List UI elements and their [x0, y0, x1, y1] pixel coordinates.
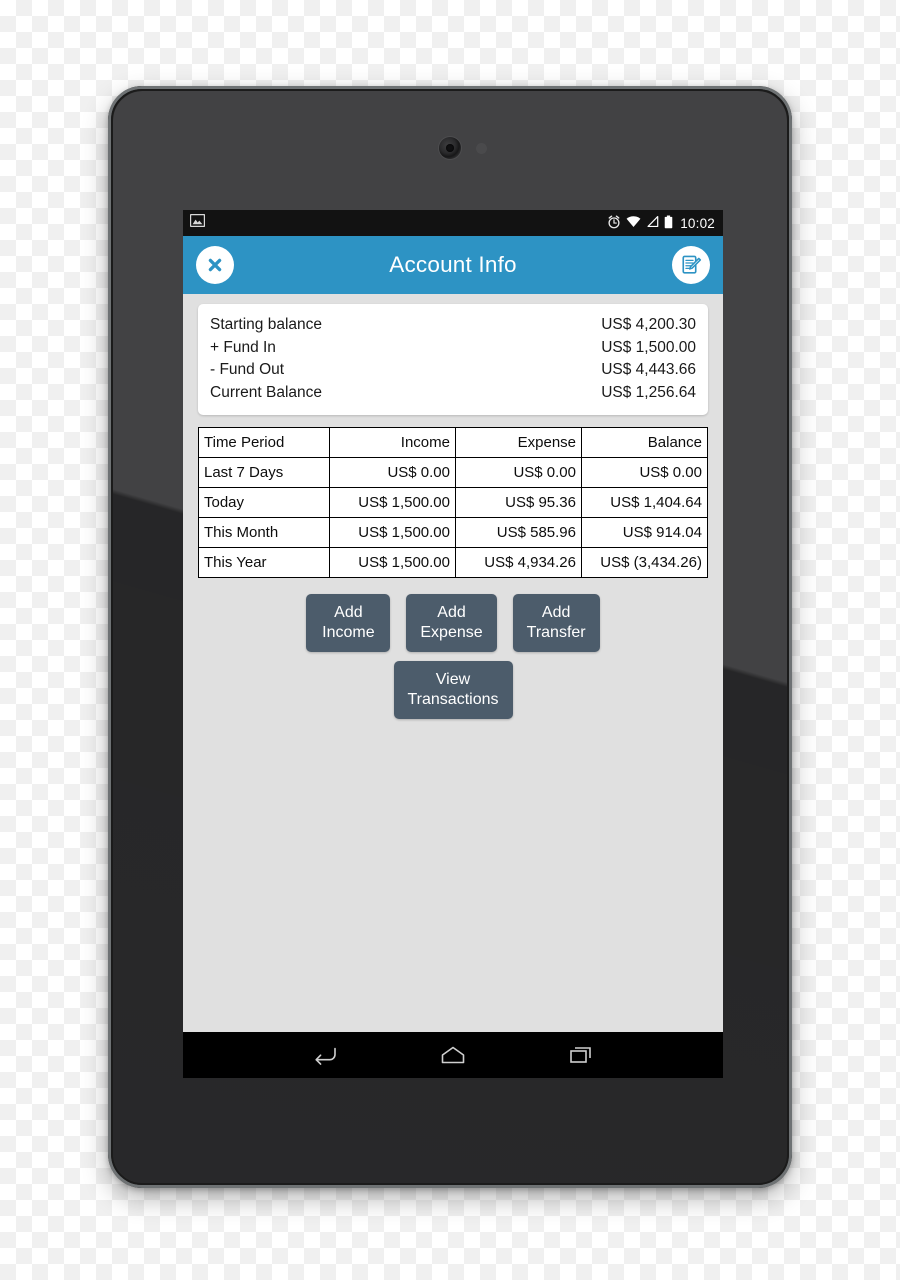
cell-income: US$ 1,500.00	[329, 487, 456, 518]
add-expense-button[interactable]: Add Expense	[406, 594, 497, 652]
close-button[interactable]	[196, 246, 234, 284]
signal-icon	[646, 215, 659, 231]
column-header-income: Income	[329, 427, 456, 458]
cell-expense: US$ 585.96	[455, 517, 582, 548]
device-front-face: 10:02 Account Info Starting balance US$ …	[113, 91, 787, 1183]
cell-balance: US$ 914.04	[581, 517, 708, 548]
front-camera-icon	[439, 137, 461, 159]
add-income-line1: Add	[334, 604, 363, 621]
android-navigation-bar	[183, 1032, 723, 1078]
edit-document-icon	[681, 255, 701, 274]
add-income-line2: Income	[322, 624, 375, 641]
summary-row-fund-out: - Fund Out US$ 4,443.66	[210, 359, 696, 382]
wifi-icon	[626, 215, 641, 231]
edit-button[interactable]	[672, 246, 710, 284]
primary-action-row: Add Income Add Expense Add Transfer	[306, 594, 600, 652]
cell-expense: US$ 0.00	[455, 457, 582, 488]
view-transactions-button[interactable]: View Transactions	[393, 661, 513, 719]
app-action-bar: Account Info	[183, 236, 723, 294]
add-transfer-line1: Add	[541, 604, 571, 621]
cell-period: Last 7 Days	[198, 457, 330, 488]
summary-row-fund-in: + Fund In US$ 1,500.00	[210, 337, 696, 360]
recent-apps-icon	[570, 1047, 591, 1063]
add-income-button[interactable]: Add Income	[306, 594, 391, 652]
summary-row-starting-balance: Starting balance US$ 4,200.30	[210, 314, 696, 337]
battery-icon	[664, 215, 673, 232]
column-header-expense: Expense	[455, 427, 582, 458]
summary-value: US$ 1,500.00	[601, 338, 696, 356]
alarm-clock-icon	[607, 215, 621, 232]
cell-expense: US$ 4,934.26	[455, 547, 582, 578]
summary-label: - Fund Out	[210, 361, 285, 378]
column-header-balance: Balance	[581, 427, 708, 458]
cell-balance: US$ 0.00	[581, 457, 708, 488]
back-arrow-icon	[315, 1047, 336, 1065]
cell-period: Today	[198, 487, 330, 518]
cell-period: This Year	[198, 547, 330, 578]
page-root: 10:02 Account Info Starting balance US$ …	[0, 0, 900, 1280]
tablet-screen: 10:02 Account Info Starting balance US$ …	[183, 210, 723, 1078]
cell-income: US$ 1,500.00	[329, 517, 456, 548]
tablet-device: 10:02 Account Info Starting balance US$ …	[108, 86, 792, 1188]
status-bar: 10:02	[183, 210, 723, 236]
table-row: Last 7 Days US$ 0.00 US$ 0.00 US$ 0.00	[198, 457, 708, 488]
camera-lens	[446, 144, 454, 152]
view-transactions-line1: View	[435, 671, 471, 688]
proximity-sensor-icon	[476, 143, 487, 154]
table-row: This Year US$ 1,500.00 US$ 4,934.26 US$ …	[198, 547, 708, 578]
back-button[interactable]	[304, 1034, 346, 1076]
recent-apps-button[interactable]	[560, 1034, 602, 1076]
close-x-icon	[208, 258, 222, 272]
period-summary-table: Time Period Income Expense Balance Last …	[198, 427, 708, 578]
account-info-content: Starting balance US$ 4,200.30 + Fund In …	[183, 294, 723, 1032]
cell-period: This Month	[198, 517, 330, 548]
add-expense-line1: Add	[437, 604, 466, 621]
summary-value: US$ 1,256.64	[601, 383, 696, 401]
add-expense-line2: Expense	[420, 624, 483, 641]
summary-row-current-balance: Current Balance US$ 1,256.64	[210, 382, 696, 405]
home-button[interactable]	[432, 1034, 474, 1076]
home-icon	[441, 1046, 465, 1064]
table-row: Today US$ 1,500.00 US$ 95.36 US$ 1,404.6…	[198, 487, 708, 518]
view-transactions-line2: Transactions	[407, 691, 499, 708]
summary-label: Starting balance	[210, 316, 323, 333]
cell-balance: US$ 1,404.64	[581, 487, 708, 518]
page-title: Account Info	[389, 252, 517, 277]
status-bar-notifications	[189, 213, 206, 232]
cell-income: US$ 0.00	[329, 457, 456, 488]
cell-income: US$ 1,500.00	[329, 547, 456, 578]
summary-value: US$ 4,200.30	[601, 316, 696, 333]
status-bar-system-icons: 10:02	[607, 215, 715, 232]
screenshot-image-icon	[189, 213, 206, 232]
status-bar-clock: 10:02	[680, 215, 715, 231]
summary-value: US$ 4,443.66	[601, 361, 696, 378]
column-header-time-period: Time Period	[198, 427, 330, 458]
summary-label: Current Balance	[210, 383, 323, 401]
summary-label: + Fund In	[210, 338, 276, 356]
table-row: This Month US$ 1,500.00 US$ 585.96 US$ 9…	[198, 517, 708, 548]
action-buttons-area: Add Income Add Expense Add Transfer View…	[198, 594, 708, 719]
balance-summary-card: Starting balance US$ 4,200.30 + Fund In …	[198, 304, 708, 415]
cell-balance: US$ (3,434.26)	[581, 547, 708, 578]
cell-expense: US$ 95.36	[455, 487, 582, 518]
add-transfer-button[interactable]: Add Transfer	[512, 594, 600, 652]
table-header-row: Time Period Income Expense Balance	[198, 427, 708, 458]
add-transfer-line2: Transfer	[526, 624, 586, 641]
